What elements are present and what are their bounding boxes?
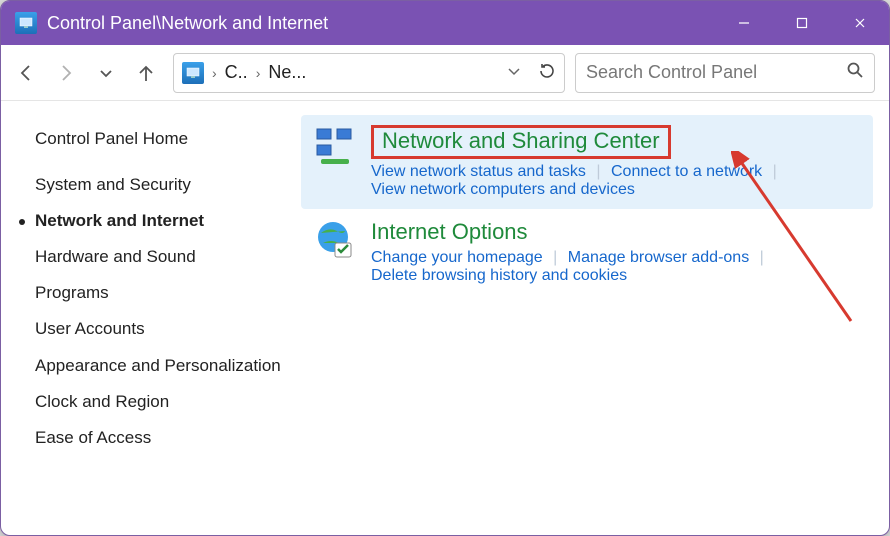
globe-icon [313,219,357,263]
sidebar-item-user-accounts[interactable]: User Accounts [35,311,281,347]
category-title-internet-options[interactable]: Internet Options [371,219,528,245]
link-view-network-status[interactable]: View network status and tasks [371,163,586,180]
search-icon [846,61,864,84]
sidebar-item-home[interactable]: Control Panel Home [35,121,281,157]
back-button[interactable] [15,62,37,84]
close-button[interactable] [831,1,889,45]
network-icon [313,125,357,169]
address-bar[interactable]: › C.. › Ne... [173,53,565,93]
refresh-button[interactable] [538,62,556,84]
sidebar-item-network-internet[interactable]: Network and Internet [35,203,281,239]
sidebar: Control Panel Home System and Security N… [1,101,301,535]
link-delete-history[interactable]: Delete browsing history and cookies [371,267,627,284]
toolbar: › C.. › Ne... Search Control Panel [1,45,889,101]
sidebar-item-appearance[interactable]: Appearance and Personalization [35,347,281,384]
up-button[interactable] [135,62,157,84]
address-dropdown-button[interactable] [506,63,522,83]
search-input[interactable]: Search Control Panel [575,53,875,93]
breadcrumb-seg-1[interactable]: C.. [225,62,248,83]
window-title: Control Panel\Network and Internet [47,13,328,34]
window-controls [715,1,889,45]
forward-button[interactable] [55,62,77,84]
control-panel-icon [15,12,37,34]
link-view-network-computers[interactable]: View network computers and devices [371,181,635,198]
category-title-network-sharing[interactable]: Network and Sharing Center [371,125,671,159]
link-change-homepage[interactable]: Change your homepage [371,249,543,266]
recent-locations-button[interactable] [95,62,117,84]
link-connect-to-network[interactable]: Connect to a network [611,163,762,180]
breadcrumb-seg-2[interactable]: Ne... [268,62,306,83]
window: Control Panel\Network and Internet [0,0,890,536]
category-internet-options: Internet Options Change your homepage | … [301,209,873,295]
maximize-button[interactable] [773,1,831,45]
sidebar-item-hardware-sound[interactable]: Hardware and Sound [35,239,281,275]
titlebar: Control Panel\Network and Internet [1,1,889,45]
main-content: Network and Sharing Center View network … [301,101,889,535]
chevron-right-icon[interactable]: › [254,65,263,81]
link-manage-addons[interactable]: Manage browser add-ons [568,249,749,266]
category-network-sharing: Network and Sharing Center View network … [301,115,873,209]
sidebar-item-programs[interactable]: Programs [35,275,281,311]
sidebar-item-ease-of-access[interactable]: Ease of Access [35,420,281,456]
sidebar-item-clock-region[interactable]: Clock and Region [35,384,281,420]
search-placeholder: Search Control Panel [586,62,846,83]
sidebar-item-system-security[interactable]: System and Security [35,167,281,203]
chevron-right-icon[interactable]: › [210,65,219,81]
address-icon [182,62,204,84]
minimize-button[interactable] [715,1,773,45]
